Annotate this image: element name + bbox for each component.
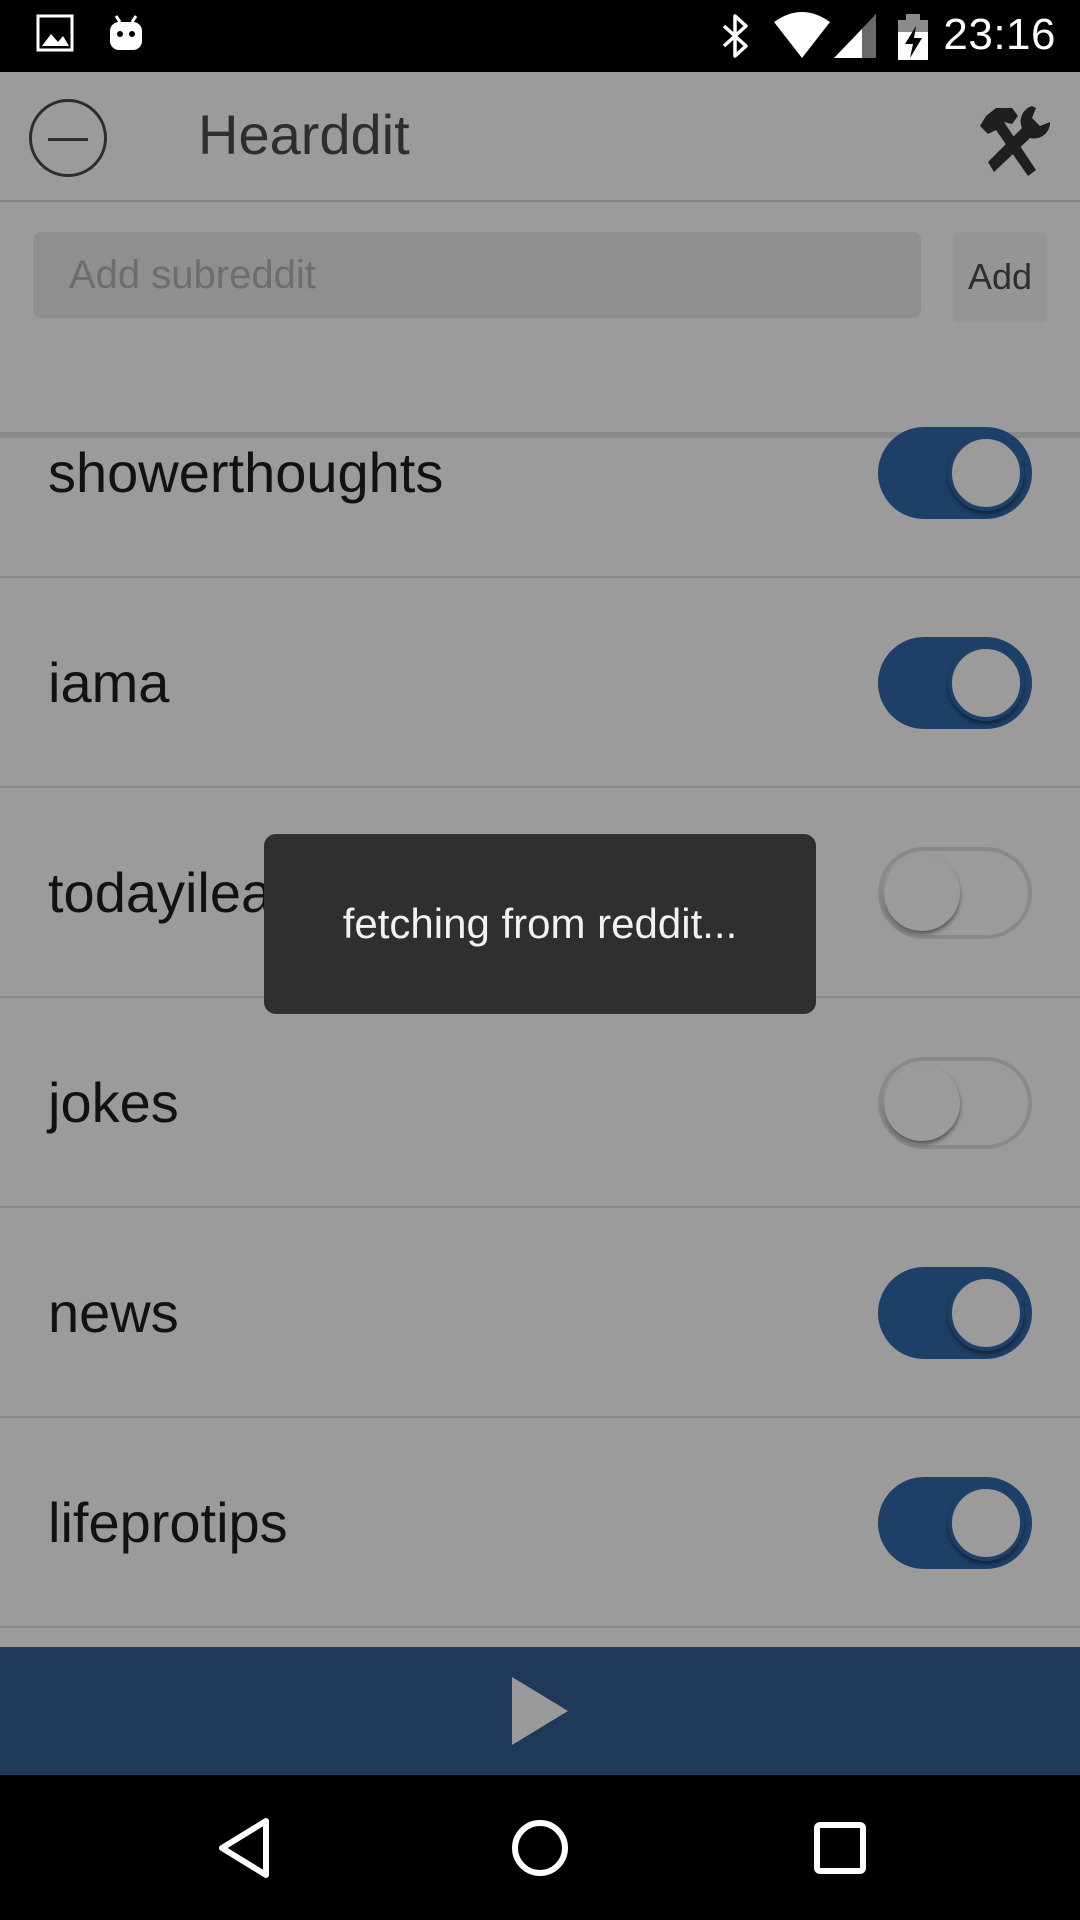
navigation-bar (0, 1775, 1080, 1920)
minus-circle-icon (48, 138, 88, 141)
recents-icon[interactable] (795, 1803, 885, 1893)
app-title: Hearddit (198, 103, 410, 166)
screen: 23:16 Hearddit Add showerthoughtsiamatod… (0, 0, 1080, 1920)
toolbar: Hearddit (0, 72, 1080, 202)
subreddit-row[interactable]: lifeprotips (0, 1418, 1080, 1628)
battery-charging-icon (898, 14, 928, 60)
toggle-knob (948, 435, 1024, 511)
subreddit-toggle[interactable] (878, 1267, 1032, 1359)
subreddit-toggle[interactable] (878, 847, 1032, 939)
add-button[interactable]: Add (953, 232, 1047, 322)
status-time: 23:16 (943, 10, 1056, 59)
player-bar (0, 1647, 1080, 1775)
subreddit-toggle[interactable] (878, 1057, 1032, 1149)
signal-icon (834, 14, 876, 58)
toggle-knob (884, 1065, 960, 1141)
subreddit-name: iama (48, 651, 170, 714)
subreddit-row[interactable]: showerthoughts (0, 368, 1080, 578)
subreddit-row[interactable]: jokes (0, 998, 1080, 1208)
subreddit-name: showerthoughts (48, 441, 444, 504)
subreddit-name: jokes (48, 1071, 179, 1134)
back-icon[interactable] (196, 1803, 286, 1893)
toggle-knob (948, 1485, 1024, 1561)
home-icon[interactable] (495, 1803, 585, 1893)
image-icon (36, 14, 74, 52)
android-icon (110, 15, 142, 50)
toggle-knob (948, 645, 1024, 721)
toggle-knob (884, 855, 960, 931)
menu-button[interactable] (29, 99, 107, 177)
status-bar: 23:16 (0, 0, 1080, 72)
toggle-knob (948, 1275, 1024, 1351)
tools-icon[interactable] (974, 100, 1054, 180)
subreddit-row[interactable]: news (0, 1208, 1080, 1418)
subreddit-row[interactable]: iama (0, 578, 1080, 788)
play-icon[interactable] (508, 1673, 572, 1749)
add-subreddit-input[interactable] (33, 232, 921, 318)
wifi-icon (774, 12, 830, 58)
subreddit-toggle[interactable] (878, 637, 1032, 729)
subreddit-toggle[interactable] (878, 427, 1032, 519)
subreddit-name: lifeprotips (48, 1491, 288, 1554)
subreddit-toggle[interactable] (878, 1477, 1032, 1569)
toast-message: fetching from reddit... (264, 834, 816, 1014)
subreddit-name: news (48, 1281, 179, 1344)
bluetooth-icon (722, 14, 748, 58)
